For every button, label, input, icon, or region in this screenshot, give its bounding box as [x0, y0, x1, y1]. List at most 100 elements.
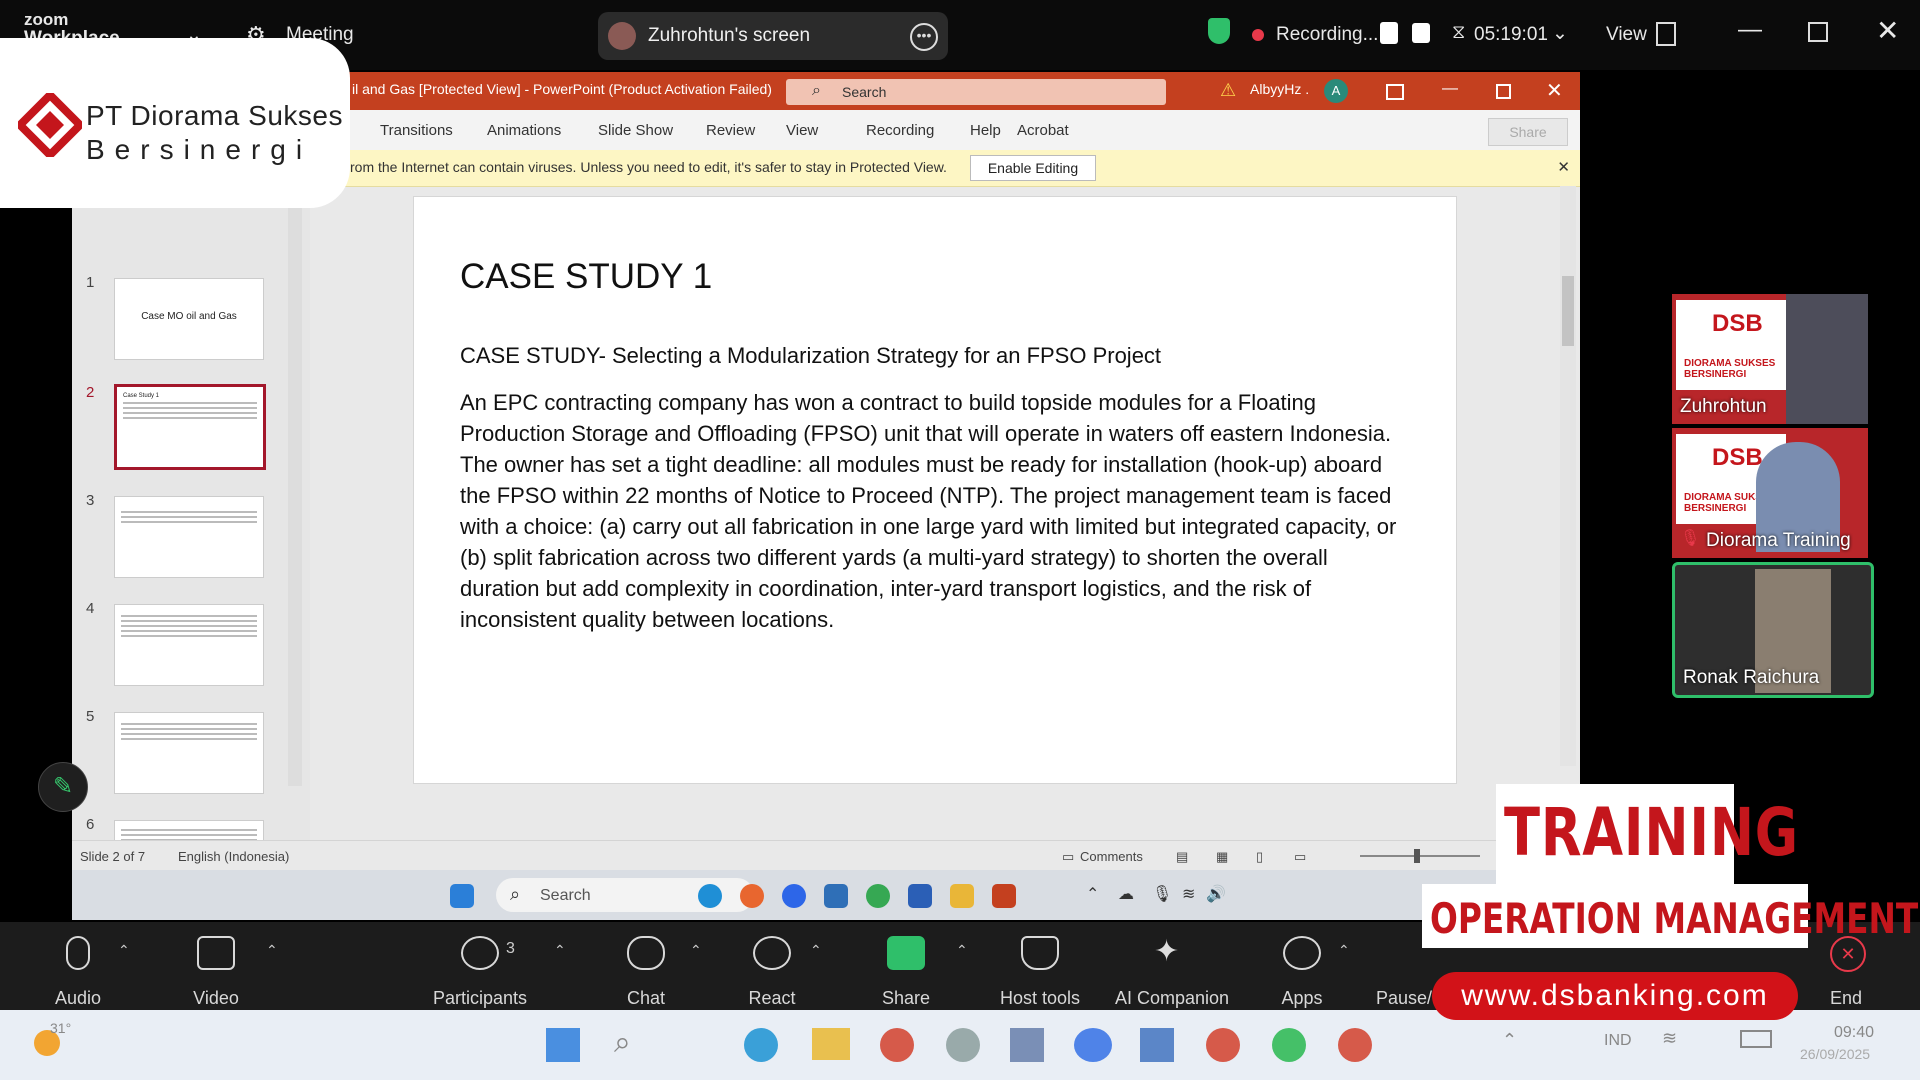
comments-button[interactable]: Comments	[1080, 849, 1143, 864]
annotate-pen-icon[interactable]: ✎	[38, 762, 88, 812]
participant-tile[interactable]: DSB DIORAMA SUKSES BERSINERGI 🎙 Diorama …	[1672, 428, 1868, 558]
edge-icon[interactable]	[698, 884, 722, 908]
tab-recording[interactable]: Recording	[866, 122, 934, 139]
microphone-icon[interactable]	[66, 936, 90, 970]
chat-chevron-icon[interactable]: ⌃	[690, 942, 702, 959]
slide-thumbnail-2[interactable]: Case Study 1	[114, 384, 266, 470]
slide-vertical-scrollbar[interactable]	[1560, 186, 1576, 766]
clock-time[interactable]: 09:40	[1834, 1024, 1874, 1042]
slide-thumbnail-3[interactable]	[114, 496, 264, 578]
slide-thumbnail-1[interactable]: Case MO oil and Gas	[114, 278, 264, 360]
slideshow-icon[interactable]: ▭	[1294, 849, 1306, 865]
timer-chevron-icon[interactable]: ⌄	[1552, 22, 1568, 45]
whatsapp-icon[interactable]	[1272, 1028, 1306, 1062]
participants-chevron-icon[interactable]: ⌃	[554, 942, 566, 959]
user-avatar[interactable]: A	[1324, 79, 1348, 103]
ppt-minimize-icon[interactable]: —	[1442, 80, 1458, 98]
chrome-icon[interactable]	[866, 884, 890, 908]
word-icon[interactable]	[1140, 1028, 1174, 1062]
audio-button[interactable]: Audio	[55, 988, 101, 1009]
apps-button[interactable]: Apps	[1281, 988, 1322, 1009]
slide-sorter-icon[interactable]: ▦	[1216, 849, 1228, 865]
windows-start-icon[interactable]	[450, 884, 474, 908]
pause-recording-icon[interactable]	[1380, 22, 1398, 44]
participants-icon[interactable]	[461, 936, 499, 970]
tray-chevron-icon[interactable]: ⌃	[1502, 1030, 1517, 1051]
zoom-slider[interactable]	[1360, 849, 1480, 863]
react-chevron-icon[interactable]: ⌃	[810, 942, 822, 959]
ai-companion-button[interactable]: AI Companion	[1115, 988, 1229, 1009]
tab-transitions[interactable]: Transitions	[380, 122, 453, 139]
close-protected-bar-icon[interactable]: ✕	[1557, 158, 1570, 176]
scrollbar-thumb[interactable]	[1562, 276, 1574, 346]
ppt-restore-icon[interactable]	[1496, 84, 1511, 99]
language-indicator[interactable]: IND	[1604, 1032, 1632, 1050]
powerpoint-icon[interactable]	[992, 884, 1016, 908]
ribbon-display-icon[interactable]	[1386, 84, 1404, 100]
speaker-icon[interactable]: 🔊	[1206, 884, 1226, 904]
heart-react-icon[interactable]	[753, 936, 791, 970]
host-tools-button[interactable]: Host tools	[1000, 988, 1080, 1009]
minimize-icon[interactable]: —	[1738, 16, 1762, 44]
settings-icon[interactable]	[946, 1028, 980, 1062]
tab-help[interactable]: Help	[970, 122, 1001, 139]
slide-thumbnail-4[interactable]	[114, 604, 264, 686]
store-icon[interactable]	[824, 884, 848, 908]
edge-icon[interactable]	[744, 1028, 778, 1062]
pause-recording-button[interactable]: Pause/	[1376, 988, 1432, 1009]
zoom-slider-thumb[interactable]	[1414, 849, 1420, 863]
tab-view[interactable]: View	[786, 122, 818, 139]
wifi-icon[interactable]: ≋	[1662, 1028, 1677, 1049]
normal-view-icon[interactable]: ▤	[1176, 849, 1188, 865]
share-chevron-icon[interactable]: ⌃	[956, 942, 968, 959]
zoom-app-icon[interactable]	[1074, 1028, 1112, 1062]
restore-icon[interactable]	[1808, 22, 1828, 42]
reading-view-icon[interactable]: ▯	[1256, 849, 1263, 865]
screen-share-indicator[interactable]: Zuhrohtun's screen •••	[598, 12, 948, 60]
cloud-sync-icon[interactable]: ☁	[1118, 884, 1134, 904]
audio-options-chevron-icon[interactable]: ⌃	[118, 942, 130, 959]
ppt-user-name[interactable]: AlbyyHz .	[1250, 81, 1309, 97]
search-icon[interactable]: ⌕	[614, 1026, 631, 1060]
language-indicator[interactable]: English (Indonesia)	[178, 849, 289, 864]
windows-start-icon[interactable]	[546, 1028, 580, 1062]
ppt-search-box[interactable]: ⌕ Search	[786, 79, 1166, 105]
clock-date[interactable]: 26/09/2025	[1800, 1046, 1870, 1062]
slide-canvas[interactable]: CASE STUDY 1 CASE STUDY- Selecting a Mod…	[413, 196, 1457, 784]
sparkle-icon[interactable]: ✦	[1154, 934, 1179, 969]
shield-check-icon[interactable]	[1208, 18, 1230, 44]
tab-animations[interactable]: Animations	[487, 122, 561, 139]
apps-grid-icon[interactable]	[1010, 1028, 1044, 1062]
tab-slide-show[interactable]: Slide Show	[598, 122, 673, 139]
end-button[interactable]: End	[1830, 988, 1862, 1009]
word-icon[interactable]	[908, 884, 932, 908]
tray-chevron-icon[interactable]: ⌃	[1086, 884, 1099, 904]
video-button[interactable]: Video	[193, 988, 239, 1009]
chrome-icon[interactable]	[1338, 1028, 1372, 1062]
tab-acrobat[interactable]: Acrobat	[1017, 122, 1069, 139]
react-button[interactable]: React	[748, 988, 795, 1009]
chrome-icon[interactable]	[880, 1028, 914, 1062]
zoom-app-icon[interactable]	[782, 884, 806, 908]
file-explorer-icon[interactable]	[812, 1028, 850, 1060]
chat-bubble-icon[interactable]	[627, 936, 665, 970]
battery-icon[interactable]	[1740, 1030, 1772, 1048]
thumbnail-scrollbar[interactable]	[288, 186, 302, 786]
participant-tile-active[interactable]: Ronak Raichura	[1672, 562, 1874, 698]
firefox-icon[interactable]	[740, 884, 764, 908]
chat-button[interactable]: Chat	[627, 988, 665, 1009]
share-button[interactable]: Share	[882, 988, 930, 1009]
slide-thumbnail-5[interactable]	[114, 712, 264, 794]
share-button[interactable]: Share	[1488, 118, 1568, 146]
comments-icon[interactable]: ▭	[1062, 849, 1074, 865]
shield-icon[interactable]	[1021, 936, 1059, 970]
wifi-icon[interactable]: ≋	[1182, 884, 1195, 904]
ppt-close-icon[interactable]: ✕	[1546, 78, 1563, 103]
participants-button[interactable]: Participants	[433, 988, 527, 1009]
apps-icon[interactable]	[1283, 936, 1321, 970]
stop-recording-icon[interactable]	[1412, 23, 1430, 43]
view-button[interactable]: View	[1606, 24, 1647, 46]
enable-editing-button[interactable]: Enable Editing	[970, 155, 1096, 181]
share-screen-icon[interactable]	[887, 936, 925, 970]
video-camera-icon[interactable]	[197, 936, 235, 970]
